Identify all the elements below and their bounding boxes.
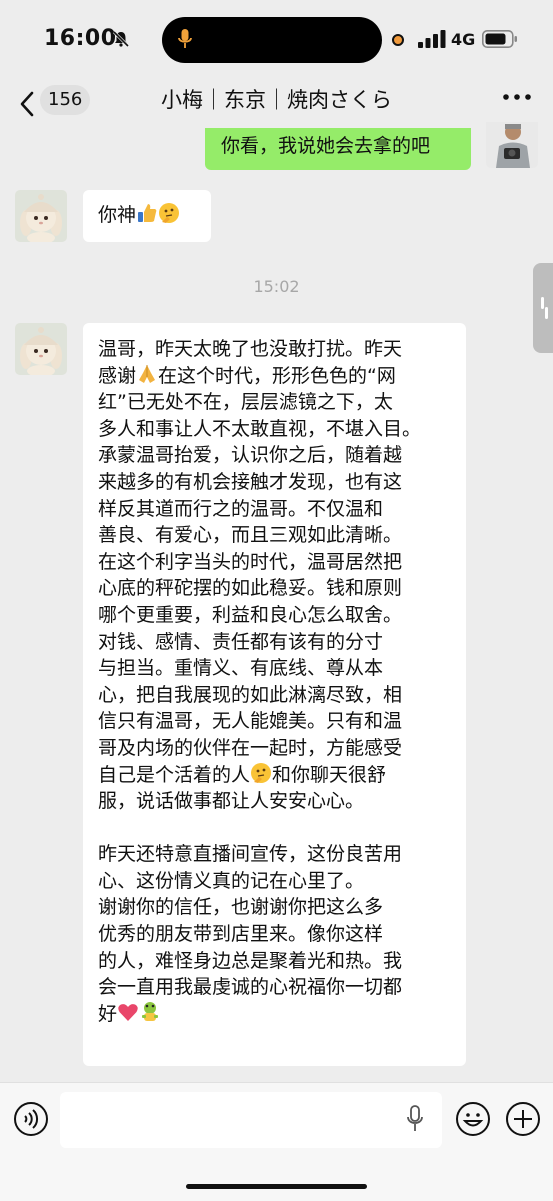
- contact-avatar[interactable]: [15, 323, 67, 375]
- my-avatar-photo: [486, 122, 538, 168]
- voice-icon[interactable]: [13, 1101, 49, 1137]
- signal-icon: [418, 30, 446, 48]
- grip-line: [541, 297, 544, 309]
- bunny-avatar: [15, 323, 67, 375]
- bunny-avatar: [15, 190, 67, 242]
- incoming-message[interactable]: 温哥，昨天太晚了也没敢打扰。昨天 感谢 在这个时代，形形色色的“网 红”已无处不…: [83, 323, 466, 1066]
- plus-icon[interactable]: [505, 1101, 541, 1137]
- pray-icon: [139, 364, 156, 383]
- chat-header: 156 小梅｜东京｜焼肉さくら: [0, 82, 553, 129]
- message-list[interactable]: 你看，我说她会去拿的吧 你神 15:02 温哥，昨天太晚了也没敢打扰。昨天 感谢…: [0, 122, 553, 1082]
- recording-dot: [392, 34, 404, 46]
- chat-title: 小梅｜东京｜焼肉さくら: [161, 88, 392, 112]
- bell-off-icon: [112, 30, 130, 48]
- emoji-icon[interactable]: [455, 1101, 491, 1137]
- message-timestamp: 15:02: [253, 277, 300, 296]
- thumbs-up-icon: [138, 204, 157, 222]
- home-indicator[interactable]: [186, 1184, 367, 1189]
- mic-icon[interactable]: [406, 1105, 424, 1133]
- frog-icon: [142, 1001, 159, 1021]
- message-text: 和你聊天很舒 服，说话做事都让人安安心心。 昨天还特意直播间宣传，这份良苦用 心…: [98, 763, 403, 1025]
- status-time: 16:00: [44, 26, 117, 51]
- mic-icon: [178, 29, 192, 48]
- back-chevron-icon[interactable]: [18, 90, 36, 118]
- thinking-face-icon: [159, 203, 180, 223]
- outgoing-message[interactable]: 你看，我说她会去拿的吧: [205, 128, 471, 170]
- heart-icon: [118, 1003, 138, 1021]
- incoming-message[interactable]: 你神: [83, 190, 211, 242]
- message-text: 在这个时代，形形色色的“网 红”已无处不在，层层滤镜之下，太 多人和事让人不太敢…: [98, 364, 422, 786]
- message-input[interactable]: [60, 1092, 442, 1148]
- message-text: 你神: [98, 204, 137, 226]
- contact-avatar[interactable]: [15, 190, 67, 242]
- grip-line: [545, 307, 548, 319]
- scroll-handle[interactable]: [533, 263, 553, 353]
- status-bar: 16:00 4G: [0, 0, 553, 82]
- battery-icon: [482, 30, 517, 48]
- dynamic-island: [162, 17, 382, 63]
- more-icon[interactable]: [502, 92, 532, 102]
- my-avatar[interactable]: [486, 122, 538, 168]
- thinking-face-icon: [251, 762, 272, 783]
- message-text: 你看，我说她会去拿的吧: [221, 135, 431, 157]
- network-type: 4G: [451, 30, 476, 49]
